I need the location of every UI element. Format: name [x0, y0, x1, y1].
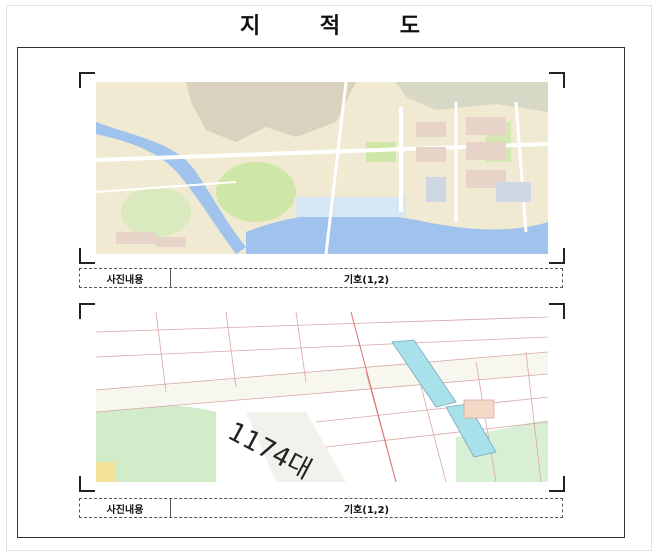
photo-caption-2: 사진내용 기호(1,2) [79, 498, 563, 518]
crop-mark-top-left [79, 72, 95, 88]
caption-label: 사진내용 [80, 269, 171, 287]
aerial-map-image [96, 82, 548, 254]
document-title: 지 적 도 [239, 14, 447, 39]
caption-value: 기호(1,2) [343, 504, 390, 516]
crop-mark-top-right [549, 72, 565, 88]
caption-label: 사진내용 [80, 499, 171, 517]
caption-value: 기호(1,2) [343, 274, 390, 286]
crop-mark-bottom-left [79, 476, 95, 492]
crop-mark-bottom-right [549, 248, 565, 264]
photo-caption-1: 사진내용 기호(1,2) [79, 268, 563, 288]
cadastral-map-image: 1174대 [96, 312, 548, 482]
crop-mark-top-right [549, 303, 565, 319]
crop-mark-bottom-left [79, 248, 95, 264]
crop-mark-bottom-right [549, 476, 565, 492]
crop-mark-top-left [79, 303, 95, 319]
